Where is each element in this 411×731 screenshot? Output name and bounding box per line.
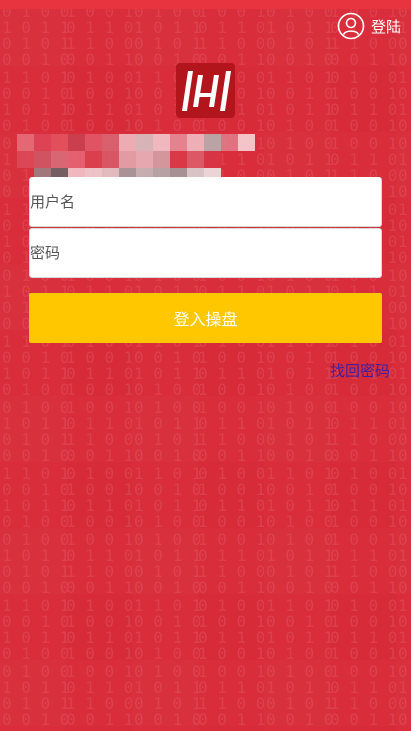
forgot-password-link[interactable]: 找回密码 <box>330 360 390 381</box>
password-field[interactable] <box>29 228 382 278</box>
username-field[interactable] <box>29 177 382 227</box>
user-icon <box>337 12 365 40</box>
brand-logo <box>176 63 235 118</box>
password-input[interactable] <box>30 229 381 277</box>
status-strip <box>0 0 411 9</box>
username-input[interactable] <box>30 177 381 226</box>
login-link[interactable]: 登陆 <box>337 12 401 40</box>
login-label: 登陆 <box>370 17 401 36</box>
login-submit-button[interactable]: 登入操盘 <box>29 293 382 343</box>
